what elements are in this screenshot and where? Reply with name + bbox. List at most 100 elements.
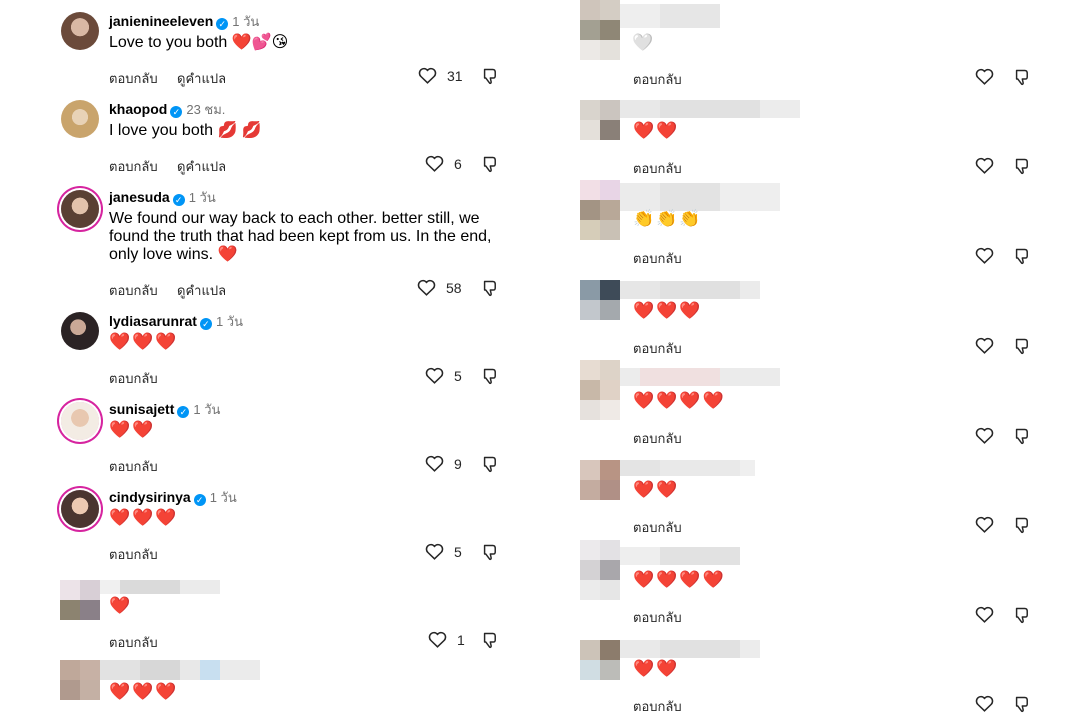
translate-button[interactable]: ดูคำแปล [177,280,226,301]
thumbs-down-icon[interactable] [481,67,498,85]
pixelated-username[interactable] [100,580,220,594]
thumbs-down-icon[interactable] [1013,68,1030,86]
heart-outline-icon[interactable] [975,427,994,444]
thumbs-down-icon[interactable] [1013,606,1030,624]
reply-button[interactable]: ตอบกลับ [633,428,682,449]
pixelated-avatar[interactable] [580,640,620,680]
reply-button[interactable]: ตอบกลับ [109,156,158,177]
comment-header: janesuda ✓ 1 วัน [109,188,216,207]
avatar[interactable] [61,312,99,350]
reply-button[interactable]: ตอบกลับ [633,696,682,717]
avatar[interactable] [61,402,99,440]
verified-badge-icon: ✓ [199,318,212,330]
like-count: 6 [454,155,462,172]
thumbs-down-icon[interactable] [1013,695,1030,713]
thumbs-down-icon[interactable] [1013,427,1030,445]
like-count: 5 [454,543,462,560]
pixelated-avatar[interactable] [580,280,620,320]
pixelated-username[interactable] [620,100,800,118]
like-count: 9 [454,455,462,472]
username[interactable]: lydiasarunrat [109,313,197,329]
pixelated-avatar[interactable] [60,660,100,700]
pixelated-avatar[interactable] [580,360,620,420]
reply-button[interactable]: ตอบกลับ [109,544,158,565]
avatar[interactable] [61,490,99,528]
reply-button[interactable]: ตอบกลับ [633,248,682,269]
thumbs-down-icon[interactable] [481,155,498,173]
translate-button[interactable]: ดูคำแปล [177,68,226,89]
username[interactable]: janesuda [109,189,170,205]
thumbs-down-icon[interactable] [1013,337,1030,355]
pixelated-avatar[interactable] [580,100,620,140]
pixelated-username[interactable] [620,183,780,211]
verified-badge-icon: ✓ [216,18,229,30]
reply-button[interactable]: ตอบกลับ [633,338,682,359]
comment-text: ❤️❤️ [633,659,680,678]
thumbs-down-icon[interactable] [481,543,498,561]
avatar[interactable] [61,100,99,138]
thumbs-down-icon[interactable] [481,455,498,473]
reply-button[interactable]: ตอบกลับ [109,456,158,477]
reply-button[interactable]: ตอบกลับ [633,69,682,90]
pixelated-avatar[interactable] [580,0,620,60]
pixelated-username[interactable] [620,281,760,299]
verified-badge-icon: ✓ [193,494,206,506]
comment-text: ❤️❤️ [633,480,680,499]
reply-button[interactable]: ตอบกลับ [109,68,158,89]
comment-text: I love you both 💋 💋 [109,122,262,139]
translate-button[interactable]: ดูคำแปล [177,156,226,177]
heart-outline-icon[interactable] [975,68,994,85]
pixelated-username[interactable] [100,660,260,680]
like-button[interactable]: 6 [425,155,474,172]
heart-outline-icon[interactable] [975,247,994,264]
thumbs-down-icon[interactable] [481,631,498,649]
pixelated-username[interactable] [620,368,780,386]
reply-button[interactable]: ตอบกลับ [633,607,682,628]
verified-badge-icon: ✓ [177,406,190,418]
pixelated-avatar[interactable] [580,540,620,600]
pixelated-avatar[interactable] [580,180,620,240]
heart-outline-icon [425,455,444,472]
avatar[interactable] [61,190,99,228]
comment-header: cindysirinya ✓ 1 วัน [109,488,237,507]
reply-button[interactable]: ตอบกลับ [109,280,158,301]
like-count: 58 [446,279,462,296]
comment-text: ❤️❤️ [633,121,680,140]
like-button[interactable]: 5 [425,543,474,560]
avatar[interactable] [61,12,99,50]
thumbs-down-icon[interactable] [1013,157,1030,175]
pixelated-username[interactable] [620,4,720,28]
like-button[interactable]: 1 [428,631,477,648]
thumbs-down-icon[interactable] [481,279,498,297]
pixelated-avatar[interactable] [60,580,100,620]
comment-header: janienineeleven ✓ 1 วัน [109,12,259,31]
username[interactable]: sunisajett [109,401,174,417]
thumbs-down-icon[interactable] [1013,516,1030,534]
pixelated-username[interactable] [620,640,760,658]
pixelated-username[interactable] [620,460,755,476]
heart-outline-icon[interactable] [975,695,994,712]
reply-button[interactable]: ตอบกลับ [633,158,682,179]
heart-outline-icon[interactable] [975,337,994,354]
thumbs-down-icon[interactable] [1013,247,1030,265]
like-button[interactable]: 9 [425,455,474,472]
timestamp: 1 วัน [193,402,221,417]
reply-button[interactable]: ตอบกลับ [109,368,158,389]
reply-button[interactable]: ตอบกลับ [109,632,158,653]
like-button[interactable]: 58 [417,279,466,296]
heart-outline-icon[interactable] [975,157,994,174]
heart-outline-icon [417,279,436,296]
reply-button[interactable]: ตอบกลับ [633,517,682,538]
right-comment-column: 🤍 ตอบกลับ ❤️❤️ ตอบกลับ 👏👏👏 ตอบกลับ ❤️❤️❤… [560,0,1080,720]
username[interactable]: cindysirinya [109,489,191,505]
pixelated-avatar[interactable] [580,460,620,500]
like-button[interactable]: 31 [418,67,467,84]
heart-outline-icon[interactable] [975,606,994,623]
pixelated-username[interactable] [620,547,740,565]
like-button[interactable]: 5 [425,367,474,384]
heart-outline-icon[interactable] [975,516,994,533]
username[interactable]: janienineeleven [109,13,213,29]
username[interactable]: khaopod [109,101,167,117]
heart-outline-icon [428,631,447,648]
thumbs-down-icon[interactable] [481,367,498,385]
